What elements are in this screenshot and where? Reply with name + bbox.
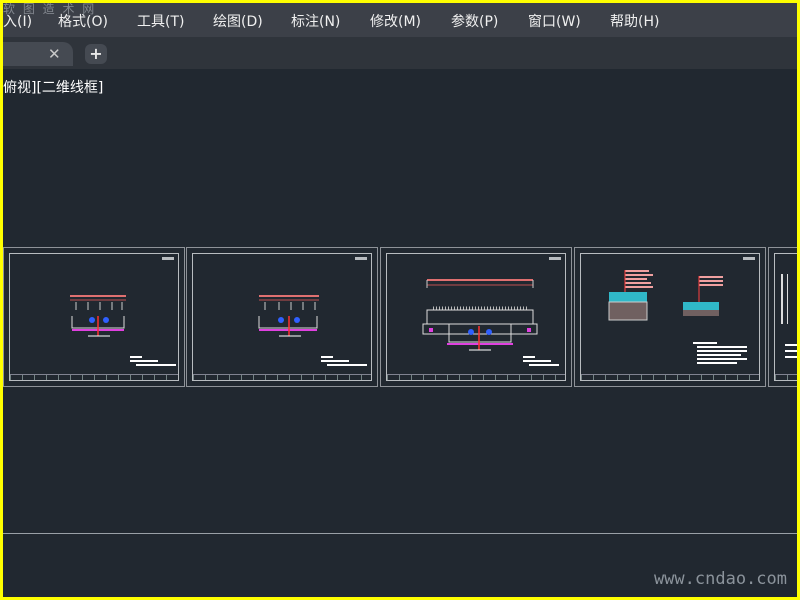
layout-sheet-4[interactable] <box>574 247 766 387</box>
detail-drawing <box>608 270 747 364</box>
section-drawing <box>258 295 367 366</box>
layout-thumbnails <box>3 247 797 387</box>
menu-parameters[interactable]: 参数(P) <box>451 11 498 31</box>
menu-draw[interactable]: 绘图(D) <box>213 11 263 31</box>
document-tab-bar: ✕ + <box>3 37 797 69</box>
menu-bar: 软 图 造 术 网 入(I) 格式(O) 工具(T) 绘图(D) 标注(N) 修… <box>3 3 797 37</box>
menu-window[interactable]: 窗口(W) <box>528 11 581 31</box>
menu-dimension[interactable]: 标注(N) <box>291 11 340 31</box>
viewport-controls[interactable]: 俯视][二维线框] <box>3 77 103 97</box>
menu-help[interactable]: 帮助(H) <box>610 11 659 31</box>
layout-sheet-3[interactable] <box>380 247 572 387</box>
section-drawing <box>70 295 176 366</box>
partial-drawing <box>781 274 797 358</box>
new-tab-button[interactable]: + <box>85 44 107 64</box>
menu-insert[interactable]: 入(I) <box>3 11 32 31</box>
section-drawing <box>422 279 559 366</box>
close-icon[interactable]: ✕ <box>48 45 61 63</box>
app-window: 软 图 造 术 网 入(I) 格式(O) 工具(T) 绘图(D) 标注(N) 修… <box>3 3 797 597</box>
menu-modify[interactable]: 修改(M) <box>370 11 421 31</box>
layout-sheet-1[interactable] <box>3 247 185 387</box>
menu-tools[interactable]: 工具(T) <box>137 11 184 31</box>
menu-format[interactable]: 格式(O) <box>58 11 108 31</box>
layout-sheet-5[interactable] <box>768 247 797 387</box>
watermark-url: www.cndao.com <box>653 569 787 589</box>
sheet-frame <box>580 253 760 381</box>
sheet-frame <box>386 253 566 381</box>
document-tab[interactable]: ✕ <box>3 42 73 66</box>
layout-sheet-2[interactable] <box>186 247 378 387</box>
sheet-frame <box>774 253 797 381</box>
divider <box>3 533 797 534</box>
sheet-frame <box>9 253 179 381</box>
sheet-frame <box>192 253 372 381</box>
